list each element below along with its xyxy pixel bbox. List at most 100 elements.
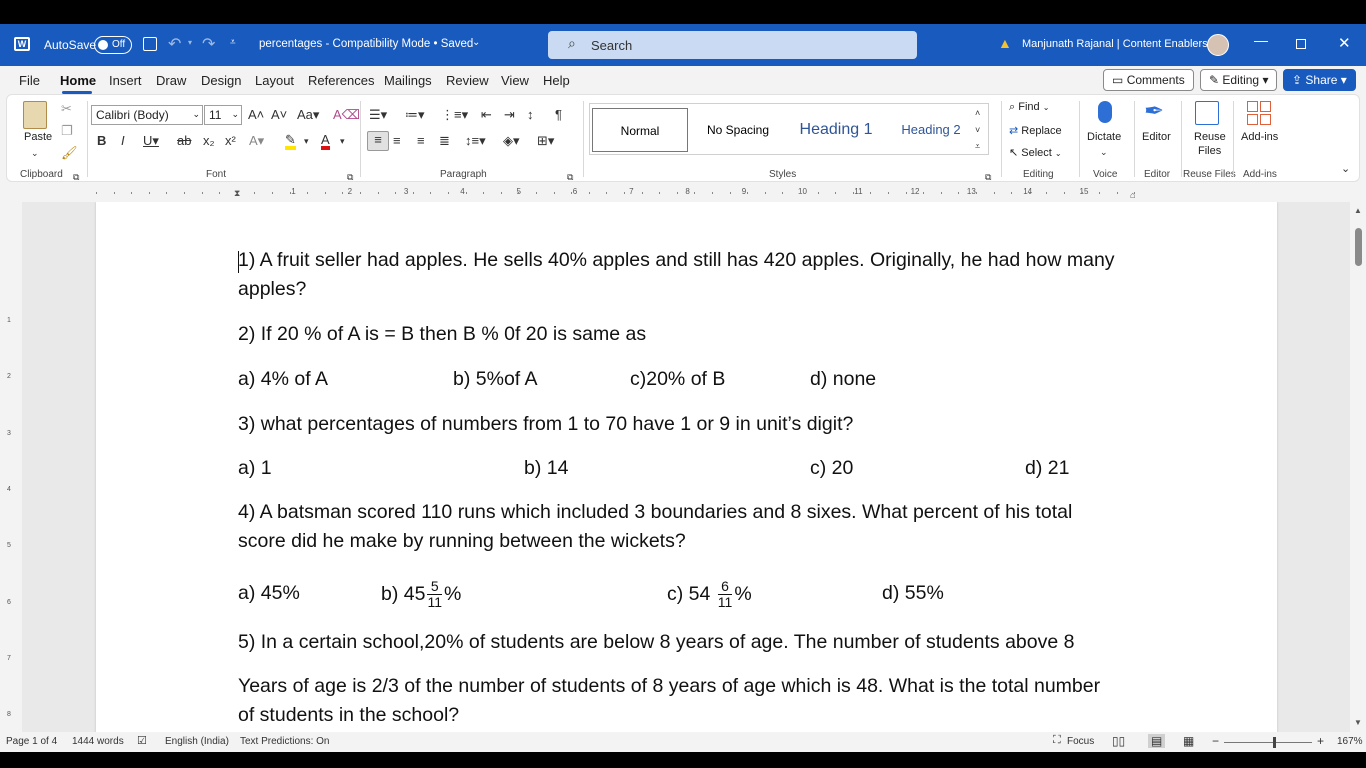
- title-chevron-icon[interactable]: ⌄: [472, 37, 480, 48]
- style-heading-1[interactable]: Heading 1: [788, 108, 884, 152]
- zoom-level[interactable]: 167%: [1337, 736, 1363, 747]
- align-center-icon[interactable]: ≡: [393, 133, 401, 149]
- bullets-icon[interactable]: ☰▾: [369, 107, 387, 123]
- tab-layout[interactable]: Layout: [255, 73, 294, 88]
- focus-button[interactable]: Focus: [1067, 736, 1094, 747]
- add-ins-button[interactable]: Add-ins: [1241, 131, 1278, 143]
- tab-draw[interactable]: Draw: [156, 73, 186, 88]
- editor-button[interactable]: Editor: [1142, 131, 1171, 143]
- document-page[interactable]: 1) A fruit seller had apples. He sells 4…: [96, 202, 1277, 732]
- reuse-label-2[interactable]: Files: [1198, 145, 1221, 157]
- customize-toolbar-icon[interactable]: ⩡: [230, 37, 236, 48]
- copy-icon[interactable]: ❐: [61, 123, 73, 139]
- chevron-down-icon[interactable]: ▾: [304, 133, 309, 149]
- comments-button[interactable]: ▭ Comments: [1103, 69, 1194, 91]
- styles-scroll-down-icon[interactable]: ˅: [975, 122, 980, 138]
- dictate-button[interactable]: Dictate: [1087, 131, 1121, 143]
- styles-more-icon[interactable]: ⩡: [975, 138, 980, 154]
- text-effects-icon[interactable]: A▾: [249, 133, 264, 149]
- borders-icon[interactable]: ⊞▾: [537, 133, 554, 149]
- font-size-combo[interactable]: 11 ⌄: [204, 105, 242, 125]
- italic-icon[interactable]: I: [121, 133, 125, 149]
- zoom-slider[interactable]: [1224, 742, 1312, 743]
- zoom-in-icon[interactable]: +: [1317, 734, 1324, 748]
- print-layout-icon[interactable]: ▤: [1148, 734, 1166, 748]
- redo-icon[interactable]: ↷: [202, 34, 215, 54]
- chevron-down-icon[interactable]: ⌄: [1100, 144, 1108, 160]
- font-launcher-icon[interactable]: ⧉: [347, 169, 353, 185]
- zoom-out-icon[interactable]: −: [1212, 734, 1219, 748]
- tab-references[interactable]: References: [308, 73, 374, 88]
- sort-icon[interactable]: ↕: [527, 107, 534, 123]
- language-indicator[interactable]: English (India): [165, 736, 229, 747]
- microphone-icon[interactable]: [1098, 101, 1112, 123]
- page-count[interactable]: Page 1 of 4: [6, 736, 57, 747]
- styles-launcher-icon[interactable]: ⧉: [985, 169, 991, 185]
- horizontal-ruler[interactable]: 123456789101112131415⧗⌂: [0, 184, 1366, 202]
- replace-button[interactable]: ⇄ Replace: [1009, 124, 1062, 137]
- tab-file[interactable]: File: [19, 73, 40, 88]
- save-icon[interactable]: [143, 37, 157, 51]
- scroll-down-icon[interactable]: ▼: [1354, 718, 1362, 727]
- justify-icon[interactable]: ≣: [439, 133, 450, 149]
- close-icon[interactable]: ✕: [1338, 34, 1351, 52]
- multilevel-list-icon[interactable]: ⋮≡▾: [441, 107, 468, 123]
- reuse-label-1[interactable]: Reuse: [1194, 131, 1226, 143]
- font-color-icon[interactable]: A: [321, 133, 330, 150]
- select-button[interactable]: ↖ Select ⌄: [1009, 146, 1062, 159]
- tab-help[interactable]: Help: [543, 73, 570, 88]
- line-spacing-icon[interactable]: ↕≡▾: [465, 133, 486, 149]
- decrease-indent-icon[interactable]: ⇤: [481, 107, 492, 123]
- scroll-up-icon[interactable]: ▲: [1354, 206, 1362, 215]
- chevron-down-icon[interactable]: ▾: [340, 133, 345, 149]
- align-right-icon[interactable]: ≡: [417, 133, 425, 149]
- shrink-font-icon[interactable]: A˅: [271, 107, 287, 123]
- autosave-toggle[interactable]: Off: [94, 36, 132, 54]
- style-normal[interactable]: Normal: [592, 108, 688, 152]
- tab-view[interactable]: View: [501, 73, 529, 88]
- proofing-icon[interactable]: ☑: [137, 734, 147, 747]
- read-mode-icon[interactable]: ▯▯: [1112, 734, 1125, 748]
- editor-pen-icon[interactable]: ✒: [1144, 99, 1164, 125]
- clipboard-launcher-icon[interactable]: ⧉: [73, 169, 79, 185]
- highlight-icon[interactable]: ✎: [285, 133, 296, 150]
- grow-font-icon[interactable]: A˄: [248, 107, 264, 123]
- paste-icon[interactable]: [23, 101, 47, 129]
- show-marks-icon[interactable]: ¶: [555, 107, 562, 123]
- underline-icon[interactable]: U▾: [143, 133, 159, 149]
- tab-review[interactable]: Review: [446, 73, 489, 88]
- word-count[interactable]: 1444 words: [72, 736, 124, 747]
- search-box[interactable]: ⌕ Search: [548, 31, 917, 59]
- web-layout-icon[interactable]: ▦: [1183, 734, 1194, 748]
- vertical-ruler[interactable]: 1 2 3 4 5 6 7 8: [0, 202, 22, 732]
- warning-icon[interactable]: ▲: [998, 35, 1012, 51]
- numbering-icon[interactable]: ≔▾: [405, 107, 425, 123]
- tab-mailings[interactable]: Mailings: [384, 73, 432, 88]
- increase-indent-icon[interactable]: ⇥: [504, 107, 515, 123]
- minimize-icon[interactable]: —: [1254, 32, 1268, 48]
- tab-insert[interactable]: Insert: [109, 73, 142, 88]
- paste-button[interactable]: Paste: [24, 131, 52, 143]
- editing-mode-button[interactable]: ✎ Editing ▾: [1200, 69, 1278, 91]
- user-name[interactable]: Manjunath Rajanal | Content Enablers: [1022, 38, 1208, 50]
- scrollbar-thumb[interactable]: [1355, 228, 1362, 266]
- text-predictions[interactable]: Text Predictions: On: [240, 736, 329, 747]
- styles-scroll-up-icon[interactable]: ˄: [975, 105, 980, 121]
- share-button[interactable]: ⇪ Share ▾: [1283, 69, 1356, 91]
- focus-icon[interactable]: ⛶: [1053, 734, 1061, 747]
- tab-home[interactable]: Home: [60, 73, 96, 88]
- format-painter-icon[interactable]: 🖌: [61, 145, 78, 161]
- avatar[interactable]: [1207, 34, 1229, 56]
- change-case-icon[interactable]: Aa▾: [297, 107, 319, 123]
- reuse-files-icon[interactable]: [1195, 101, 1219, 125]
- vertical-scrollbar[interactable]: ▲ ▼: [1350, 202, 1366, 732]
- document-title[interactable]: percentages - Compatibility Mode • Saved: [259, 38, 473, 50]
- paragraph-launcher-icon[interactable]: ⧉: [567, 169, 573, 185]
- align-left-icon[interactable]: ≡: [367, 131, 389, 151]
- style-no-spacing[interactable]: No Spacing: [690, 108, 786, 152]
- tab-design[interactable]: Design: [201, 73, 241, 88]
- bold-icon[interactable]: B: [97, 133, 106, 149]
- find-button[interactable]: ⌕ Find ⌄: [1009, 101, 1049, 114]
- cut-icon[interactable]: ✂: [61, 101, 72, 117]
- restore-icon[interactable]: [1296, 39, 1306, 49]
